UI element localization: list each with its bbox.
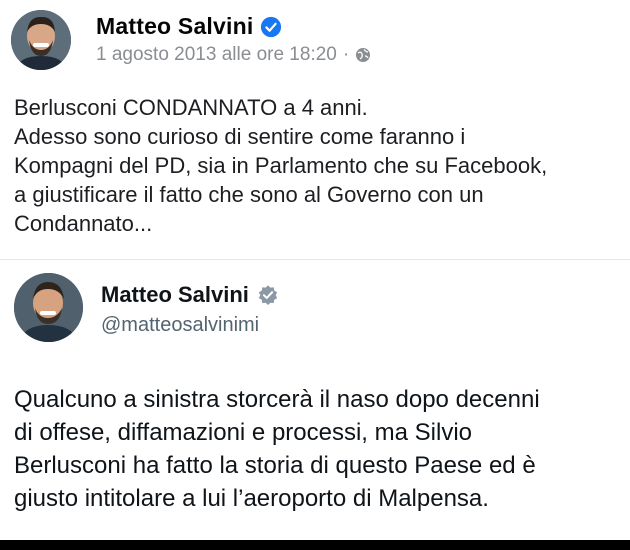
post-timestamp[interactable]: 1 agosto 2013 alle ore 18:20 bbox=[96, 44, 337, 66]
author-handle[interactable]: @matteosalvinimi bbox=[101, 314, 259, 337]
post-text: Qualcuno a sinistra storcerà il naso dop… bbox=[14, 383, 624, 515]
verified-badge-icon bbox=[257, 284, 279, 306]
post-line: di offese, diffamazioni e processi, ma S… bbox=[14, 419, 473, 446]
meta-separator: · bbox=[342, 44, 350, 65]
verified-badge-icon bbox=[260, 16, 282, 38]
author-name[interactable]: Matteo Salvini bbox=[96, 13, 253, 40]
post-line: giusto intitolare a lui l’aeroporto di M… bbox=[14, 485, 489, 512]
author-name[interactable]: Matteo Salvini bbox=[101, 282, 249, 308]
globe-icon bbox=[355, 47, 371, 63]
post-line: Qualcuno a sinistra storcerà il naso dop… bbox=[14, 386, 540, 413]
facebook-post-card: Matteo Salvini 1 agosto 2013 alle ore 18… bbox=[0, 0, 630, 259]
post-line: Condannato... bbox=[14, 211, 153, 236]
post-line: Kompagni del PD, sia in Parlamento che s… bbox=[14, 153, 548, 178]
post-line: Berlusconi ha fatto la storia di questo … bbox=[14, 452, 536, 479]
x-post-card: Matteo Salvini @matteosalvinimi Qualcuno… bbox=[0, 259, 630, 541]
author-avatar[interactable] bbox=[14, 273, 83, 342]
post-text: Berlusconi CONDANNATO a 4 anni. Adesso s… bbox=[14, 93, 619, 238]
post-line: Adesso sono curioso di sentire come fara… bbox=[14, 124, 466, 149]
bottom-edge bbox=[0, 540, 630, 550]
post-line: a giustificare il fatto che sono al Gove… bbox=[14, 182, 484, 207]
author-avatar[interactable] bbox=[11, 10, 71, 70]
post-line: Berlusconi CONDANNATO a 4 anni. bbox=[14, 95, 368, 120]
